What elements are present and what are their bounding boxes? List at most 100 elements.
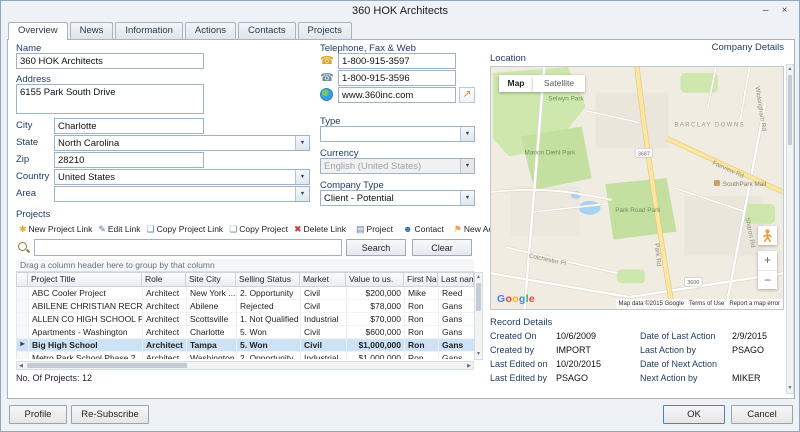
column-header-value[interactable]: Value to us. xyxy=(346,272,404,287)
open-website-button[interactable] xyxy=(459,87,475,103)
table-cell[interactable]: ALLEN CO HIGH SCHOOL PH 2 xyxy=(29,313,143,326)
table-row[interactable]: ALLEN CO HIGH SCHOOL PH 2ArchitectScotts… xyxy=(17,313,474,326)
pegman-control[interactable] xyxy=(758,226,777,245)
table-cell[interactable]: New York ... xyxy=(187,287,237,300)
company-type-select[interactable]: Client - Potential xyxy=(320,190,475,206)
table-horizontal-scrollbar[interactable] xyxy=(16,361,474,370)
table-cell[interactable]: $600,000 xyxy=(347,326,405,339)
table-cell[interactable]: Scottsville xyxy=(187,313,237,326)
table-cell[interactable]: Civil xyxy=(301,326,347,339)
table-cell[interactable]: Ron xyxy=(405,300,439,313)
table-row[interactable]: ABILENE CHRISTIAN RECREATE...ArchitectAb… xyxy=(17,300,474,313)
type-select[interactable] xyxy=(320,126,475,142)
tab-actions[interactable]: Actions xyxy=(185,22,236,39)
zip-input[interactable] xyxy=(54,152,204,168)
chevron-down-icon[interactable] xyxy=(460,127,474,141)
chevron-down-icon[interactable] xyxy=(295,187,309,201)
profile-button[interactable]: Profile xyxy=(9,405,67,424)
table-cell[interactable]: Abilene xyxy=(187,300,237,313)
table-cell[interactable]: Metro Park School Phase 2 xyxy=(29,352,143,359)
table-cell[interactable]: 2. Opportunity xyxy=(237,287,301,300)
scroll-up-arrow[interactable] xyxy=(475,273,482,282)
tab-overview[interactable]: Overview xyxy=(8,22,68,40)
table-cell[interactable]: Tampa xyxy=(187,339,237,352)
table-cell[interactable]: 2. Opportunity xyxy=(237,352,301,359)
table-cell[interactable]: Washington xyxy=(187,352,237,359)
tab-information[interactable]: Information xyxy=(115,22,183,39)
table-cell[interactable]: 1. Not Qualified xyxy=(237,313,301,326)
table-cell[interactable]: 5. Won xyxy=(237,339,301,352)
table-cell[interactable]: Gans xyxy=(439,352,474,359)
table-cell[interactable]: Ron xyxy=(405,313,439,326)
table-cell[interactable]: $70,000 xyxy=(347,313,405,326)
scroll-down-arrow[interactable] xyxy=(787,384,793,393)
table-cell[interactable]: Civil xyxy=(301,339,347,352)
table-cell[interactable]: Gans xyxy=(439,339,474,352)
table-vertical-scrollbar[interactable] xyxy=(474,272,483,360)
cancel-button[interactable]: Cancel xyxy=(731,405,793,424)
website-input[interactable] xyxy=(338,87,456,103)
table-cell[interactable]: ABILENE CHRISTIAN RECREATE... xyxy=(29,300,143,313)
copy-project-button[interactable]: Copy Project xyxy=(226,223,291,235)
group-by-hint[interactable]: Drag a column header here to group by th… xyxy=(16,259,474,272)
table-cell[interactable]: Gans xyxy=(439,326,474,339)
table-cell[interactable]: Ron xyxy=(405,352,439,359)
table-cell[interactable]: Charlotte xyxy=(187,326,237,339)
table-cell[interactable]: Civil xyxy=(301,287,347,300)
satellite-view-button[interactable]: Satellite xyxy=(533,75,585,92)
chevron-down-icon[interactable] xyxy=(295,136,309,150)
scrollbar-thumb[interactable] xyxy=(788,75,792,145)
table-cell[interactable]: Gans xyxy=(439,313,474,326)
project-button[interactable]: Project xyxy=(353,223,396,235)
table-cell[interactable]: Architect xyxy=(143,326,187,339)
table-cell[interactable]: Ron xyxy=(405,339,439,352)
table-cell[interactable]: $1,000,000 xyxy=(347,352,405,359)
map-view-button[interactable]: Map xyxy=(499,75,533,92)
country-select[interactable]: United States xyxy=(54,169,310,185)
table-cell[interactable]: Apartments - Washington xyxy=(29,326,143,339)
table-cell[interactable]: Industrial xyxy=(301,313,347,326)
table-cell[interactable]: Architect xyxy=(143,352,187,359)
column-header-project-title[interactable]: Project Title xyxy=(28,272,142,287)
table-cell[interactable]: Architect xyxy=(143,287,187,300)
column-header-site-city[interactable]: Site City xyxy=(186,272,236,287)
edit-link-button[interactable]: Edit Link xyxy=(95,223,143,235)
ok-button[interactable]: OK xyxy=(663,405,725,424)
table-row[interactable]: Apartments - WashingtonArchitectCharlott… xyxy=(17,326,474,339)
column-header-last-name[interactable]: Last name xyxy=(438,272,474,287)
tab-contacts[interactable]: Contacts xyxy=(238,22,296,39)
scroll-up-arrow[interactable] xyxy=(787,65,793,74)
scrollbar-thumb[interactable] xyxy=(27,363,187,368)
address-input[interactable]: 6155 Park South Drive xyxy=(16,84,204,114)
table-cell[interactable]: Architect xyxy=(143,339,187,352)
table-cell[interactable]: Industrial xyxy=(301,352,347,359)
phone1-input[interactable] xyxy=(338,53,456,69)
map-report-error-link[interactable]: Report a map error xyxy=(729,301,780,307)
chevron-down-icon[interactable] xyxy=(295,170,309,184)
area-select[interactable] xyxy=(54,186,310,202)
table-cell[interactable]: Civil xyxy=(301,300,347,313)
minimize-button[interactable]: – xyxy=(758,4,773,18)
search-button[interactable]: Search xyxy=(346,239,406,256)
table-row[interactable]: ▸Big High SchoolArchitectTampa5. WonCivi… xyxy=(17,339,474,352)
state-select[interactable]: North Carolina xyxy=(54,135,310,151)
scroll-left-arrow[interactable] xyxy=(17,362,25,369)
zoom-in-button[interactable]: + xyxy=(758,251,777,270)
table-cell[interactable]: Rejected xyxy=(237,300,301,313)
table-cell[interactable]: $1,000,000 xyxy=(347,339,405,352)
table-cell[interactable]: Big High School xyxy=(29,339,143,352)
table-cell[interactable]: Gans xyxy=(439,300,474,313)
name-input[interactable] xyxy=(16,53,204,69)
table-cell[interactable]: 5. Won xyxy=(237,326,301,339)
new-project-link-button[interactable]: New Project Link xyxy=(16,223,95,235)
clear-button[interactable]: Clear xyxy=(412,239,472,256)
zoom-out-button[interactable]: − xyxy=(758,270,777,289)
table-cell[interactable]: Reed xyxy=(439,287,474,300)
table-cell[interactable]: Ron xyxy=(405,326,439,339)
table-cell[interactable]: $78,000 xyxy=(347,300,405,313)
search-input[interactable] xyxy=(34,239,342,256)
table-cell[interactable]: Architect xyxy=(143,300,187,313)
table-cell[interactable]: Architect xyxy=(143,313,187,326)
phone2-input[interactable] xyxy=(338,70,456,86)
chevron-down-icon[interactable] xyxy=(460,191,474,205)
